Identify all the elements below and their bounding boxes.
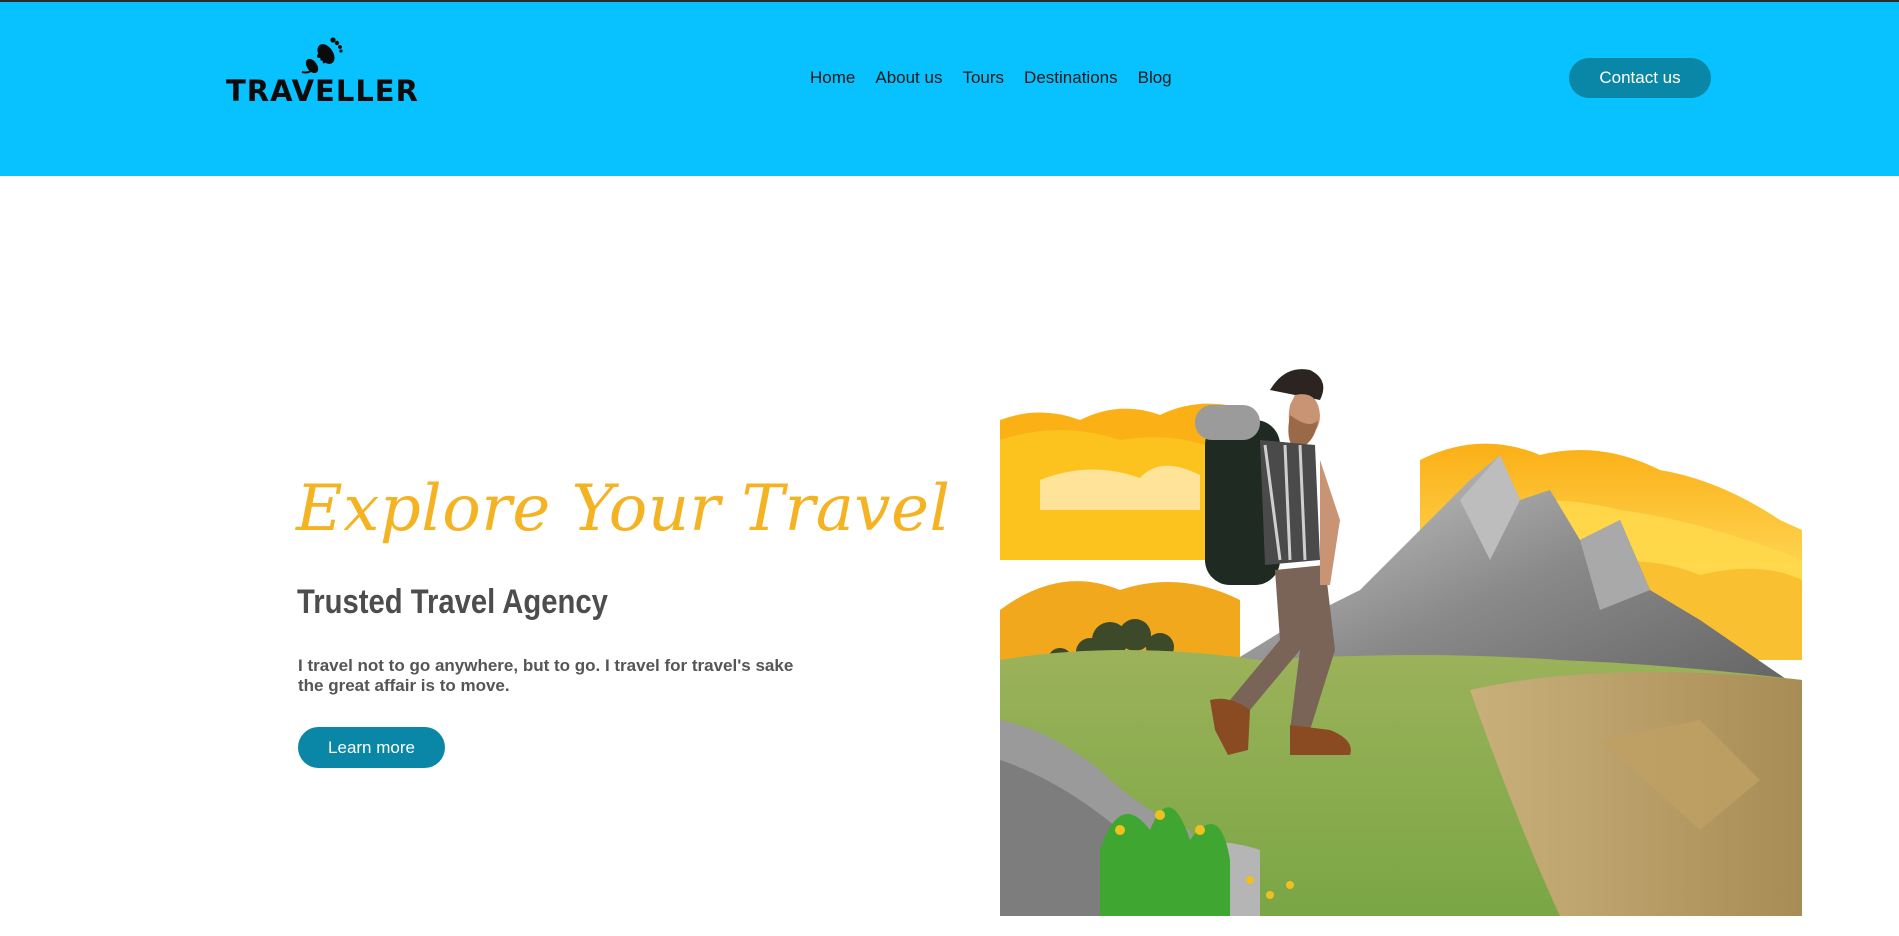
logo-text: TRAVELLER	[226, 74, 419, 108]
learn-more-button[interactable]: Learn more	[298, 727, 445, 768]
site-header: TRAVELLER Home About us Tours Destinatio…	[0, 2, 1899, 176]
contact-us-button[interactable]: Contact us	[1569, 58, 1711, 98]
hero-description: I travel not to go anywhere, but to go. …	[298, 656, 794, 695]
main-nav: Home About us Tours Destinations Blog	[800, 64, 1182, 92]
nav-blog[interactable]: Blog	[1128, 64, 1182, 92]
hiker-landscape-illustration	[1000, 369, 1802, 916]
nav-about-us[interactable]: About us	[865, 64, 952, 92]
nav-destinations[interactable]: Destinations	[1014, 64, 1128, 92]
hero-title: Explore Your Travel	[296, 472, 951, 546]
nav-home[interactable]: Home	[800, 64, 865, 92]
site-logo[interactable]: TRAVELLER	[226, 32, 418, 112]
hero-subtitle: Trusted Travel Agency	[297, 583, 608, 621]
footprints-icon	[301, 37, 343, 74]
nav-tours[interactable]: Tours	[952, 64, 1014, 92]
